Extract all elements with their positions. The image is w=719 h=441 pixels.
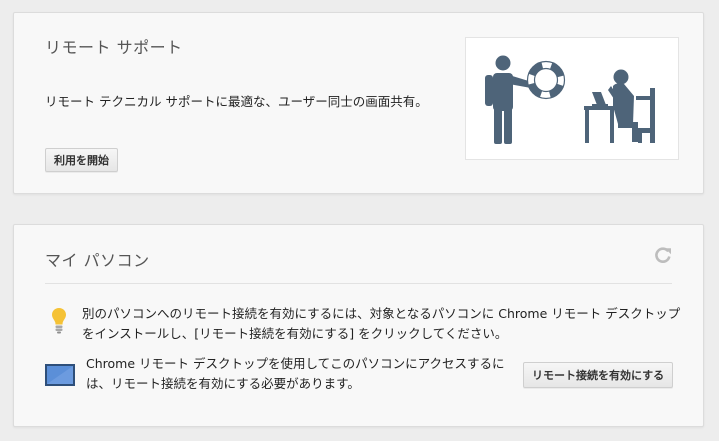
remote-support-description: リモート テクニカル サポートに最適な、ユーザー同士の画面共有。 bbox=[45, 94, 428, 109]
access-requirement-text: Chrome リモート デスクトップを使用してこのパソコンにアクセスするには、リ… bbox=[86, 356, 505, 391]
remote-support-illustration bbox=[465, 37, 679, 160]
get-started-button[interactable]: 利用を開始 bbox=[45, 148, 118, 172]
lightbulb-icon bbox=[52, 308, 66, 334]
enable-remote-info-text: 別のパソコンへのリモート接続を有効にするには、対象となるパソコンに Chrome… bbox=[82, 306, 681, 341]
refresh-icon[interactable] bbox=[654, 246, 672, 264]
enable-remote-connection-button[interactable]: リモート接続を有効にする bbox=[523, 362, 674, 388]
remote-support-title: リモート サポート bbox=[45, 38, 183, 57]
my-computer-card: マイ パソコン 別のパソコンへのリモート接続を有効にするには、対象となるパソコン… bbox=[13, 224, 704, 427]
my-computer-title: マイ パソコン bbox=[45, 251, 150, 270]
remote-support-card: リモート サポート リモート テクニカル サポートに最適な、ユーザー同士の画面共… bbox=[13, 12, 704, 194]
monitor-icon bbox=[45, 364, 75, 386]
section-divider bbox=[45, 283, 672, 284]
